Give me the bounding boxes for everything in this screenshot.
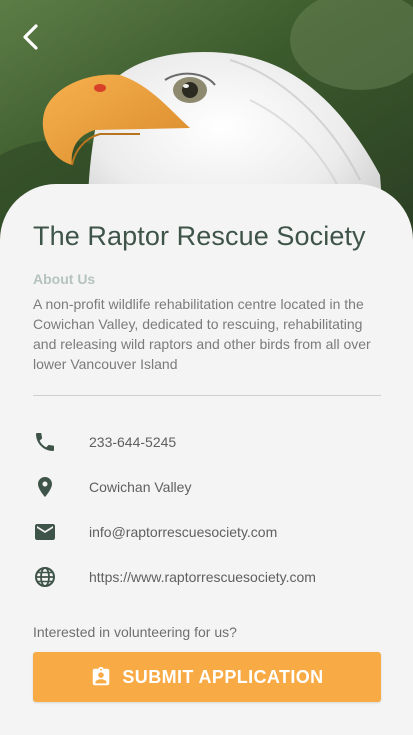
globe-icon — [35, 567, 55, 587]
location-text: Cowichan Valley — [89, 479, 192, 495]
back-button[interactable] — [14, 20, 48, 54]
email-icon — [35, 524, 55, 540]
about-heading: About Us — [33, 271, 96, 287]
email-address: info@raptorrescuesociety.com — [89, 524, 278, 540]
location-pin-icon — [38, 477, 52, 497]
chevron-left-icon — [23, 24, 38, 50]
website-url: https://www.raptorrescuesociety.com — [89, 569, 316, 585]
contact-location[interactable]: Cowichan Valley — [33, 473, 381, 501]
divider — [33, 395, 381, 396]
contact-email[interactable]: info@raptorrescuesociety.com — [33, 518, 381, 546]
volunteer-prompt: Interested in volunteering for us? — [33, 624, 237, 640]
badge-icon — [93, 666, 110, 686]
details-card: The Raptor Rescue Society About Us A non… — [0, 184, 413, 735]
phone-number: 233-644-5245 — [89, 434, 177, 450]
submit-application-label: SUBMIT APPLICATION — [122, 666, 324, 687]
submit-application-button[interactable]: SUBMIT APPLICATION — [33, 652, 381, 702]
contact-phone[interactable]: 233-644-5245 — [33, 428, 381, 456]
about-description: A non-profit wildlife rehabilitation cen… — [33, 296, 371, 372]
page-title: The Raptor Rescue Society — [33, 221, 366, 251]
phone-icon — [36, 433, 54, 451]
contact-website[interactable]: https://www.raptorrescuesociety.com — [33, 563, 381, 591]
